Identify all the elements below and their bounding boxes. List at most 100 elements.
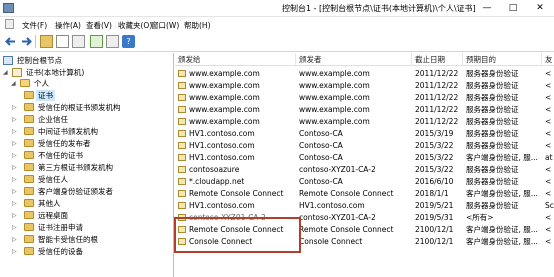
back-arrow-icon <box>5 37 15 46</box>
cell-issued-to: contosoazure <box>175 164 296 176</box>
cell-intended-purpose: 服务器身份验证 <box>466 105 519 114</box>
collapse-icon[interactable]: ◢ <box>11 78 18 89</box>
title-bar: 控制台1 - [控制台根节点\证书(本地计算机)\个人\证书] — □ ✕ <box>0 0 554 17</box>
certificate-icon <box>178 94 186 101</box>
cell-issuer: Remote Console Connect <box>299 225 394 234</box>
expand-icon[interactable]: ▷ <box>12 114 19 125</box>
console-app-icon <box>3 3 14 13</box>
cell-expiration-date: 2100/12/1 <box>415 237 454 246</box>
menu-window[interactable]: 窗口(W) <box>151 20 179 31</box>
back-button[interactable] <box>4 35 17 48</box>
toolbar: ? <box>0 32 554 52</box>
refresh-icon <box>90 35 103 48</box>
cell-issuer: Contoso-CA <box>299 129 343 138</box>
certificate-icon <box>178 154 186 161</box>
cell-issuer: Contoso-CA <box>299 141 343 150</box>
cell-issuer: contoso-XYZ01-CA-2 <box>299 165 376 174</box>
menu-help[interactable]: 帮助(H) <box>184 20 211 31</box>
column-issuer[interactable]: 颁发者 <box>296 53 412 66</box>
expand-icon[interactable]: ▷ <box>12 126 19 137</box>
expand-icon[interactable]: ▷ <box>12 222 19 233</box>
up-folder-icon[interactable] <box>40 35 53 48</box>
cell-intended-purpose: 服务器身份验证 <box>466 93 519 102</box>
cell-intended-purpose: 服务器身份验证 <box>466 141 519 150</box>
folder-icon <box>24 127 34 135</box>
document-menu-icon[interactable] <box>5 19 14 29</box>
export-list-button[interactable] <box>106 35 119 48</box>
menu-file[interactable]: 文件(F) <box>22 20 47 31</box>
certificate-name: www.example.com <box>189 117 260 126</box>
column-intended-purposes[interactable]: 预期目的 <box>463 53 542 66</box>
expand-icon[interactable]: ▷ <box>12 198 19 209</box>
expand-icon[interactable]: ▷ <box>12 102 19 113</box>
column-issued-to[interactable]: 颁发给 <box>175 53 296 66</box>
cell-intended-purpose: 服务器身份验证 <box>466 129 519 138</box>
folder-icon <box>24 163 34 171</box>
table-row[interactable]: HV1.contoso.com HV1.contoso.com 2019/5/21 服… <box>175 200 554 212</box>
expand-icon[interactable]: ▷ <box>12 186 19 197</box>
tree-item-label: 受信任的发布者 <box>38 139 91 148</box>
cell-expiration-date: 2019/5/21 <box>415 201 454 210</box>
forward-button[interactable] <box>20 35 33 48</box>
expand-icon[interactable]: ▷ <box>12 150 19 161</box>
tree-item-label: 证书(本地计算机) <box>26 68 85 77</box>
column-expiration[interactable]: 截止日期 <box>412 53 463 66</box>
refresh-button[interactable] <box>90 35 103 48</box>
cell-issued-to: HV1.contoso.com <box>175 200 296 212</box>
cell-friendly-name: < <box>545 237 552 246</box>
table-row[interactable]: Remote Console Connect Remote Console Con… <box>175 188 554 200</box>
cell-issuer: www.example.com <box>299 69 370 78</box>
table-row[interactable]: www.example.com www.example.com 2011/12/22… <box>175 116 554 128</box>
certificate-name: contosoazure <box>189 165 240 174</box>
certificate-name: HV1.contoso.com <box>189 129 255 138</box>
table-row[interactable]: www.example.com www.example.com 2011/12/22… <box>175 92 554 104</box>
cell-friendly-name: < <box>545 129 552 138</box>
table-row[interactable]: *.cloudapp.net Contoso-CA 2016/6/10 服务器身份验证… <box>175 176 554 188</box>
expand-icon[interactable]: ▷ <box>12 234 19 245</box>
help-button[interactable]: ? <box>122 35 135 48</box>
cell-intended-purpose: 服务器身份验证 <box>466 117 519 126</box>
menu-favorites[interactable]: 收藏夹(O) <box>118 20 152 31</box>
delete-button[interactable] <box>72 35 85 48</box>
maximize-button[interactable]: □ <box>500 0 526 17</box>
cell-issued-to: www.example.com <box>175 116 296 128</box>
cell-intended-purpose: 服务器身份验证 <box>466 165 519 174</box>
table-row[interactable]: contosoazure contoso-XYZ01-CA-2 2015/3/22 服… <box>175 164 554 176</box>
menu-view[interactable]: 查看(V) <box>86 20 112 31</box>
table-row[interactable]: www.example.com www.example.com 2011/12/22… <box>175 104 554 116</box>
show-hide-tree-icon[interactable] <box>56 35 69 48</box>
menu-action[interactable]: 操作(A) <box>55 20 81 31</box>
certificate-name: www.example.com <box>189 69 260 78</box>
cell-friendly-name: < <box>545 189 552 198</box>
list-header: 颁发给 颁发者 截止日期 预期目的 友 <box>175 53 554 66</box>
certificate-icon <box>178 202 186 209</box>
certificate-name: www.example.com <box>189 93 260 102</box>
help-icon: ? <box>122 35 135 48</box>
table-row[interactable]: HV1.contoso.com Contoso-CA 2015/3/19 服务器身份验… <box>175 128 554 140</box>
close-button[interactable]: ✕ <box>526 0 554 17</box>
expand-icon[interactable]: ▷ <box>12 246 19 257</box>
column-friendly-name[interactable]: 友 <box>542 53 554 66</box>
table-row[interactable]: www.example.com www.example.com 2011/12/22… <box>175 80 554 92</box>
expand-icon[interactable]: ▷ <box>12 162 19 173</box>
cell-expiration-date: 2100/12/1 <box>415 225 454 234</box>
cell-issued-to: www.example.com <box>175 92 296 104</box>
tree-item-label: 中间证书颁发机构 <box>38 127 98 136</box>
cell-issued-to: HV1.contoso.com <box>175 140 296 152</box>
table-row[interactable]: HV1.contoso.com Contoso-CA 2015/3/22 服务器身份验… <box>175 140 554 152</box>
tree-item-label: 证书 <box>36 90 55 101</box>
cell-intended-purpose: 客户端身份验证, 服... <box>466 153 538 162</box>
certificate-icon <box>178 130 186 137</box>
minimize-button[interactable]: — <box>474 0 500 17</box>
expand-icon[interactable]: ▷ <box>12 174 19 185</box>
certificate-name: HV1.contoso.com <box>189 153 255 162</box>
cell-expiration-date: 2011/12/22 <box>415 117 459 126</box>
expand-icon[interactable]: ▷ <box>12 210 19 221</box>
table-row[interactable]: HV1.contoso.com Contoso-CA 2015/3/22 客户端身份验… <box>175 152 554 164</box>
cell-intended-purpose: 客户端身份验证, 服... <box>466 225 538 234</box>
expand-icon[interactable]: ▷ <box>12 138 19 149</box>
tree-item-label: 企业信任 <box>38 115 68 124</box>
table-row[interactable]: www.example.com www.example.com 2011/12/22… <box>175 68 554 80</box>
collapse-icon[interactable]: ◢ <box>3 67 10 78</box>
highlight-selection-box <box>174 217 301 253</box>
